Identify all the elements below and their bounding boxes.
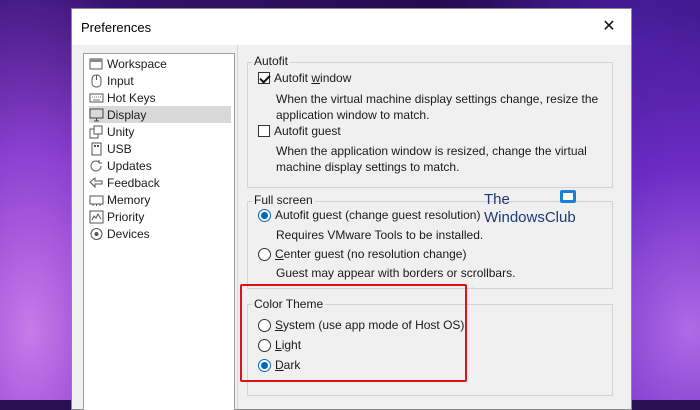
full-screen-group-label: Full screen bbox=[252, 193, 315, 207]
nav-item-label: USB bbox=[107, 141, 132, 156]
keyboard-icon bbox=[89, 91, 104, 105]
close-button[interactable]: ✕ bbox=[587, 9, 631, 45]
nav-item-label: Priority bbox=[107, 209, 145, 224]
center-guest-radio-description: Guest may appear with borders or scrollb… bbox=[276, 266, 516, 280]
watermark-line2: WindowsClub bbox=[484, 209, 576, 226]
nav-item-unity[interactable]: Unity bbox=[89, 123, 231, 140]
nav-item-updates[interactable]: Updates bbox=[89, 157, 231, 174]
nav-item-label: Workspace bbox=[107, 56, 167, 71]
monitor-icon bbox=[89, 108, 104, 122]
nav-item-priority[interactable]: Priority bbox=[89, 208, 231, 225]
nav-item-memory[interactable]: Memory bbox=[89, 191, 231, 208]
usb-icon bbox=[89, 142, 104, 156]
nav-item-devices[interactable]: Devices bbox=[89, 225, 231, 242]
workspace-icon bbox=[89, 57, 104, 71]
memory-icon bbox=[89, 193, 104, 207]
nav-item-label: Devices bbox=[107, 226, 150, 241]
nav-item-label: Hot Keys bbox=[107, 90, 156, 105]
option-label: Autofit guest (change guest resolution) bbox=[275, 208, 481, 222]
nav-item-label: Display bbox=[107, 107, 147, 122]
panel-divider bbox=[237, 45, 238, 409]
checkbox-box[interactable] bbox=[258, 125, 270, 137]
option-label: Autofit window bbox=[274, 71, 352, 85]
autofit-guest-description: When the application window is resized, … bbox=[276, 144, 587, 174]
nav-item-label: Unity bbox=[107, 124, 135, 139]
autofit-guest-checkbox[interactable]: Autofit guest bbox=[258, 124, 341, 138]
mouse-icon bbox=[89, 74, 104, 88]
autofit-window-checkbox[interactable]: Autofit window bbox=[258, 71, 351, 85]
color-theme-highlight-box bbox=[240, 284, 467, 382]
devices-icon bbox=[89, 227, 104, 241]
nav-item-feedback[interactable]: Feedback bbox=[89, 174, 231, 191]
nav-item-input[interactable]: Input bbox=[89, 72, 231, 89]
option-label: Autofit guest bbox=[274, 124, 341, 138]
checkbox-box[interactable] bbox=[258, 72, 270, 84]
category-list[interactable]: Workspace Input Hot Keys Display Unity U… bbox=[83, 53, 235, 410]
autofit-guest-radio-description: Requires VMware Tools to be installed. bbox=[276, 228, 484, 242]
option-label: Center guest (no resolution change) bbox=[275, 247, 467, 261]
radio-circle[interactable] bbox=[258, 247, 271, 261]
nav-item-workspace[interactable]: Workspace bbox=[89, 55, 231, 72]
unity-icon bbox=[89, 125, 104, 139]
nav-item-label: Feedback bbox=[107, 175, 160, 190]
priority-icon bbox=[89, 210, 104, 224]
nav-item-usb[interactable]: USB bbox=[89, 140, 231, 157]
title-bar: Preferences ✕ bbox=[72, 9, 631, 45]
nav-item-label: Memory bbox=[107, 192, 151, 207]
refresh-icon bbox=[89, 159, 104, 173]
autofit-guest-radio[interactable]: Autofit guest (change guest resolution) bbox=[258, 208, 480, 222]
radio-circle[interactable] bbox=[258, 208, 271, 222]
nav-item-label: Input bbox=[107, 73, 134, 88]
nav-item-hot-keys[interactable]: Hot Keys bbox=[89, 89, 231, 106]
autofit-window-description: When the virtual machine display setting… bbox=[276, 92, 599, 122]
watermark-logo-icon bbox=[560, 190, 576, 203]
nav-item-display[interactable]: Display bbox=[89, 106, 231, 123]
nav-item-label: Updates bbox=[107, 158, 152, 173]
window-title: Preferences bbox=[81, 20, 152, 35]
center-guest-radio[interactable]: Center guest (no resolution change) bbox=[258, 247, 466, 261]
feedback-icon bbox=[89, 176, 104, 190]
autofit-group-label: Autofit bbox=[252, 54, 291, 68]
